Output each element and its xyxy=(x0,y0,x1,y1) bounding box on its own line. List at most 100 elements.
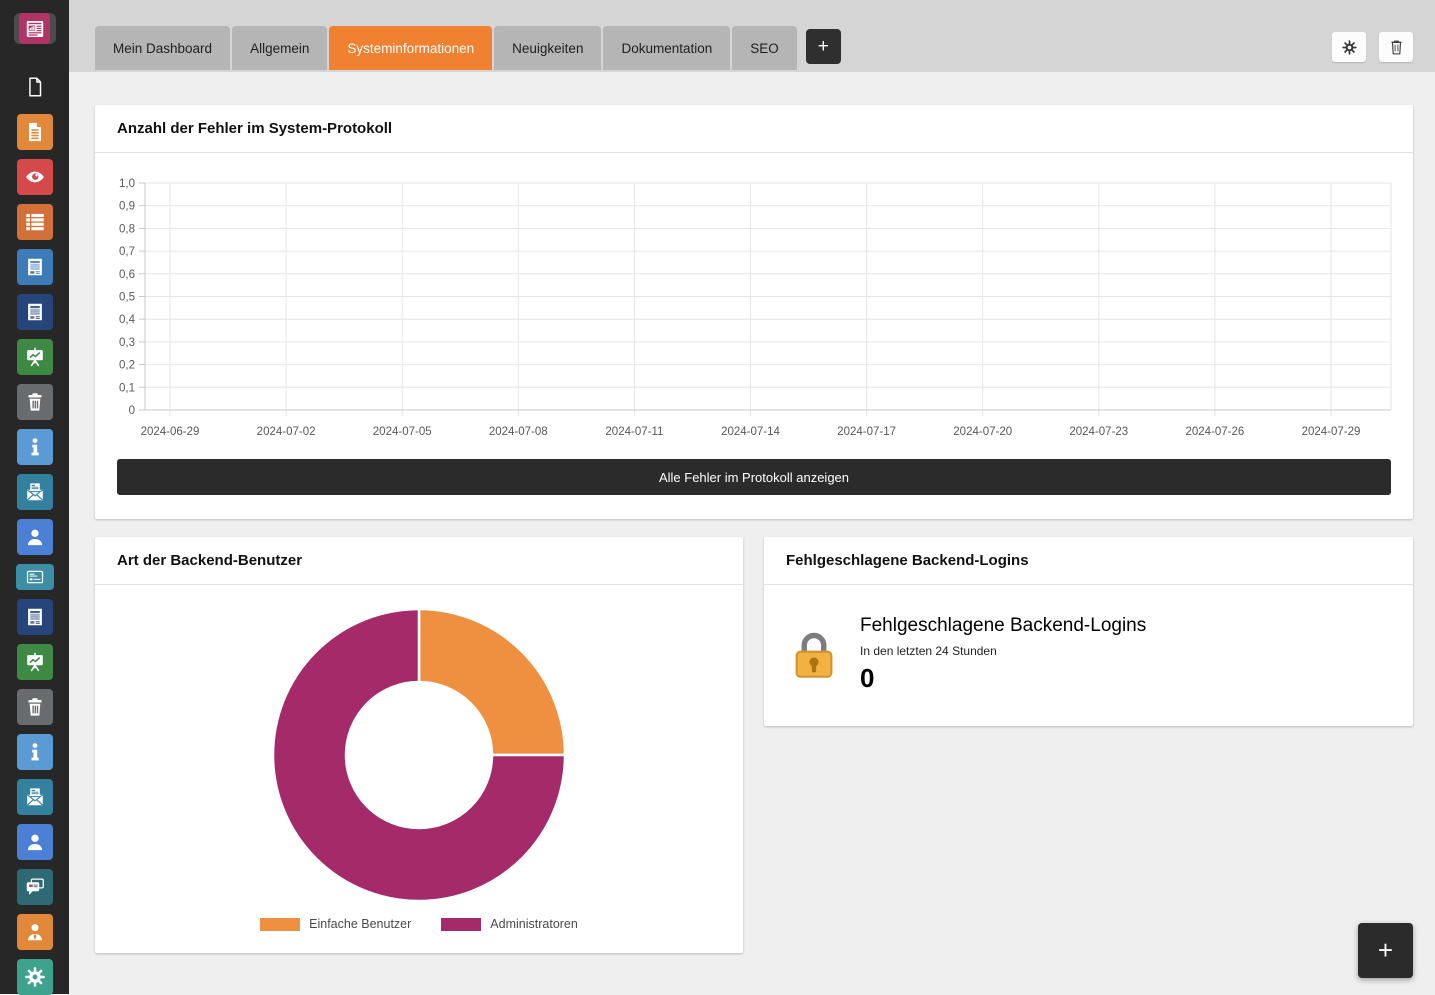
newspaper-icon xyxy=(24,606,46,628)
widget-title: Art der Backend-Benutzer xyxy=(95,537,743,585)
list-icon xyxy=(24,211,46,233)
sidebar-module-card[interactable] xyxy=(16,564,54,590)
failed-logins-heading: Fehlgeschlagene Backend-Logins xyxy=(860,615,1146,637)
svg-text:2024-07-02: 2024-07-02 xyxy=(257,426,316,438)
tab-mein-dashboard[interactable]: Mein Dashboard xyxy=(95,26,230,70)
sidebar-module-news-dark-2[interactable] xyxy=(17,599,53,635)
sidebar-module-user-2[interactable] xyxy=(17,824,53,860)
mail-icon xyxy=(24,481,46,503)
svg-text:2024-06-29: 2024-06-29 xyxy=(141,426,200,438)
document-icon xyxy=(24,121,46,143)
main-area: Mein DashboardAllgemeinSysteminformation… xyxy=(69,0,1435,994)
trash-outline-icon xyxy=(1388,39,1405,56)
svg-text:2024-07-29: 2024-07-29 xyxy=(1302,426,1361,438)
backend-users-donut-chart xyxy=(269,605,569,905)
sidebar-module-settings[interactable] xyxy=(17,959,53,995)
failed-logins-count: 0 xyxy=(860,663,1146,694)
donut-legend: Einfache Benutzer Administratoren xyxy=(95,905,743,953)
sidebar-module-reports[interactable] xyxy=(17,339,53,375)
sidebar-module-newsletter-2[interactable] xyxy=(17,779,53,815)
lock-icon xyxy=(788,629,840,681)
syslog-errors-line-chart: 2024-06-29 2024-07-02 2024-07-05 2024-07-08… xyxy=(95,163,1413,447)
mail-icon xyxy=(24,786,46,808)
show-all-log-errors-button[interactable]: Alle Fehler im Protokoll anzeigen xyxy=(117,459,1391,495)
sidebar-module-reports-2[interactable] xyxy=(17,644,53,680)
donut-segment-einfache-benutzer xyxy=(419,609,565,755)
dashboard-content: Anzahl der Fehler im System-Protokoll 20… xyxy=(69,72,1435,994)
svg-text:2024-07-11: 2024-07-11 xyxy=(605,426,663,438)
sidebar-module-info[interactable] xyxy=(17,429,53,465)
comments-icon xyxy=(24,876,46,898)
presentation-chart-icon xyxy=(24,651,46,673)
svg-text:0,5: 0,5 xyxy=(119,292,135,304)
widget-syslog-errors: Anzahl der Fehler im System-Protokoll 20… xyxy=(95,105,1413,519)
sidebar-module-recycler[interactable] xyxy=(17,384,53,420)
sidebar-module-newsletter[interactable] xyxy=(17,474,53,510)
tab-list: Mein DashboardAllgemeinSysteminformation… xyxy=(95,26,797,72)
svg-text:0,4: 0,4 xyxy=(119,314,136,326)
svg-text:2024-07-20: 2024-07-20 xyxy=(953,426,1012,438)
legend-swatch xyxy=(441,918,481,931)
widget-backend-user-types: Art der Backend-Benutzer Einfache Benutz… xyxy=(95,537,743,953)
svg-text:0,6: 0,6 xyxy=(119,269,135,281)
svg-text:0,8: 0,8 xyxy=(119,223,135,235)
sidebar-module-records[interactable] xyxy=(17,114,53,150)
sidebar-module-info-2[interactable] xyxy=(17,734,53,770)
widget-footer: Alle Fehler im Protokoll anzeigen xyxy=(95,447,1413,519)
add-widget-button[interactable]: + xyxy=(1358,923,1413,978)
info-icon xyxy=(24,436,46,458)
sidebar-module-comments[interactable] xyxy=(17,869,53,905)
svg-text:0,7: 0,7 xyxy=(119,246,135,258)
trash-icon xyxy=(24,696,46,718)
gear-icon xyxy=(24,966,46,988)
svg-text:0,9: 0,9 xyxy=(119,201,135,213)
svg-text:2024-07-23: 2024-07-23 xyxy=(1069,426,1128,438)
eye-icon xyxy=(24,166,46,188)
widgets-row: Art der Backend-Benutzer Einfache Benutz… xyxy=(95,537,1413,953)
legend-item-administratoren[interactable]: Administratoren xyxy=(441,917,578,931)
sidebar-module-view[interactable] xyxy=(17,159,53,195)
svg-text:2024-07-14: 2024-07-14 xyxy=(721,426,780,438)
sidebar-module-page[interactable] xyxy=(17,69,53,105)
sidebar-module-user[interactable] xyxy=(17,519,53,555)
sidebar-module-news[interactable] xyxy=(17,249,53,285)
gear-outline-icon xyxy=(1341,39,1358,56)
dashboard-module-tile xyxy=(19,13,50,44)
svg-text:2024-07-08: 2024-07-08 xyxy=(489,426,548,438)
dashboard-tabbar: Mein DashboardAllgemeinSysteminformation… xyxy=(69,0,1435,72)
legend-label: Einfache Benutzer xyxy=(309,917,411,931)
dashboard-actions xyxy=(1332,32,1413,62)
svg-text:1,0: 1,0 xyxy=(119,178,135,190)
svg-text:2024-07-26: 2024-07-26 xyxy=(1185,426,1244,438)
widget-title: Fehlgeschlagene Backend-Logins xyxy=(764,537,1413,585)
delete-dashboard-button[interactable] xyxy=(1379,32,1413,62)
newspaper-icon xyxy=(24,256,46,278)
newspaper-icon xyxy=(24,301,46,323)
failed-logins-subtitle: In den letzten 24 Stunden xyxy=(860,644,1146,658)
legend-swatch xyxy=(260,918,300,931)
tab-allgemein[interactable]: Allgemein xyxy=(232,26,327,70)
sidebar-module-list[interactable] xyxy=(17,204,53,240)
sidebar-modules xyxy=(16,69,54,995)
file-outline-icon xyxy=(24,76,46,98)
sidebar-module-user-admin[interactable] xyxy=(17,914,53,950)
typo3-logo-button[interactable] xyxy=(14,13,56,44)
legend-item-einfache-benutzer[interactable]: Einfache Benutzer xyxy=(260,917,411,931)
svg-text:2024-07-05: 2024-07-05 xyxy=(373,426,432,438)
dashboard-icon xyxy=(23,17,47,41)
failed-logins-text: Fehlgeschlagene Backend-Logins In den le… xyxy=(860,615,1146,694)
tab-dokumentation[interactable]: Dokumentation xyxy=(603,26,730,70)
svg-text:0,3: 0,3 xyxy=(119,337,135,349)
configure-dashboard-button[interactable] xyxy=(1332,32,1366,62)
tab-seo[interactable]: SEO xyxy=(732,26,797,70)
tab-systeminformationen[interactable]: Systeminformationen xyxy=(329,26,492,70)
sidebar-module-news-dark[interactable] xyxy=(17,294,53,330)
syslog-chart-area: 2024-06-29 2024-07-02 2024-07-05 2024-07-08… xyxy=(95,153,1413,447)
add-dashboard-tab-button[interactable]: + xyxy=(806,29,841,64)
svg-text:0,1: 0,1 xyxy=(119,382,135,394)
user-icon xyxy=(24,831,46,853)
sidebar-module-recycler-2[interactable] xyxy=(17,689,53,725)
card-icon xyxy=(25,567,45,587)
tab-neuigkeiten[interactable]: Neuigkeiten xyxy=(494,26,601,70)
user-tie-icon xyxy=(24,921,46,943)
